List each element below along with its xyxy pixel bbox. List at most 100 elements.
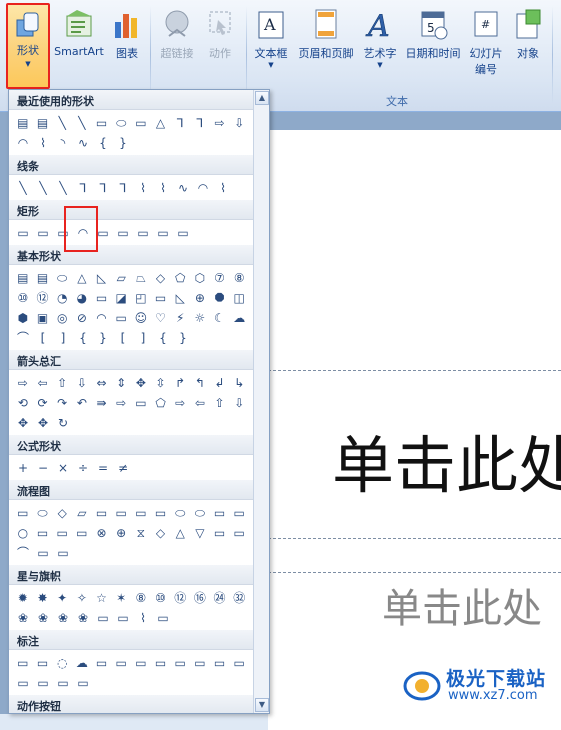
shape-item[interactable]: ✦ (52, 588, 72, 608)
shape-item[interactable]: ❀ (33, 608, 53, 628)
textbox-button[interactable]: A 文本框 ▼ (250, 8, 292, 69)
wordart-button[interactable]: A 艺术字 ▼ (360, 8, 400, 69)
hyperlink-button[interactable]: 超链接 (156, 8, 198, 61)
shape-item[interactable]: ☼ (190, 308, 210, 328)
shape-item[interactable]: ▭ (131, 503, 151, 523)
shape-item[interactable]: ▭ (13, 223, 33, 243)
shape-item[interactable]: ⊕ (190, 288, 210, 308)
shape-item[interactable]: ] (133, 328, 153, 348)
shape-item[interactable]: ╲ (72, 113, 92, 133)
shape-item[interactable]: × (53, 458, 73, 478)
shape-item[interactable]: ❀ (73, 608, 93, 628)
shape-item[interactable]: ❀ (53, 608, 73, 628)
shape-item[interactable]: ▭ (229, 653, 249, 673)
shape-item[interactable]: ÷ (73, 458, 93, 478)
shape-item[interactable]: ⇨ (210, 113, 230, 133)
shape-item[interactable]: ▭ (151, 503, 171, 523)
shape-item[interactable]: ▭ (13, 653, 33, 673)
shape-item[interactable]: ◔ (52, 288, 72, 308)
shape-item[interactable]: ◫ (229, 288, 249, 308)
shapes-button[interactable]: 形状 ▼ (6, 3, 50, 89)
shape-item[interactable]: ⌇ (33, 133, 53, 153)
shape-item[interactable]: ▭ (52, 523, 72, 543)
shape-item[interactable]: ◠ (193, 178, 213, 198)
title-placeholder[interactable]: 单击此处 (332, 415, 561, 505)
shape-item[interactable]: [ (33, 328, 53, 348)
shape-item[interactable]: ⅂ (93, 178, 113, 198)
shape-item[interactable]: ⌇ (133, 178, 153, 198)
shape-item[interactable]: ⅂ (170, 113, 190, 133)
shape-item[interactable]: ⑦ (210, 268, 230, 288)
shape-item[interactable]: ▭ (73, 673, 93, 693)
shape-item[interactable]: ▭ (210, 523, 230, 543)
shape-item[interactable]: ╲ (13, 178, 33, 198)
shape-item[interactable]: } (173, 328, 193, 348)
smartart-button[interactable]: SmartArt (53, 8, 105, 58)
scroll-up-icon[interactable]: ▲ (255, 91, 269, 105)
shape-item[interactable]: ◎ (52, 308, 72, 328)
shape-item[interactable]: = (93, 458, 113, 478)
shape-item[interactable]: ☁ (229, 308, 249, 328)
shape-item[interactable]: ⅂ (190, 113, 210, 133)
shape-item[interactable]: ▭ (92, 653, 112, 673)
shape-item[interactable]: ▭ (151, 288, 171, 308)
shape-item[interactable]: ◰ (131, 288, 151, 308)
shape-item[interactable]: ⬢ (13, 308, 33, 328)
shape-item[interactable]: ⇕ (111, 373, 131, 393)
shape-item[interactable]: ⟲ (13, 393, 33, 413)
shape-item[interactable]: ◌ (52, 653, 72, 673)
shape-item[interactable]: ▭ (229, 503, 249, 523)
scroll-down-icon[interactable]: ▼ (255, 698, 269, 712)
shape-item[interactable]: ▭ (210, 503, 230, 523)
shape-item[interactable]: ◇ (52, 503, 72, 523)
shape-item[interactable]: △ (151, 113, 171, 133)
shape-item[interactable]: ▭ (151, 653, 171, 673)
shape-item[interactable]: ◠ (92, 308, 112, 328)
shape-item[interactable]: ▭ (210, 653, 230, 673)
action-button[interactable]: 动作 (202, 8, 238, 61)
shape-item[interactable]: [ (113, 328, 133, 348)
shape-item[interactable]: ⇦ (190, 393, 210, 413)
shape-item[interactable]: ▭ (33, 673, 53, 693)
shape-item[interactable]: ▤ (13, 113, 33, 133)
shape-item[interactable]: ㉜ (229, 588, 249, 608)
shape-item[interactable]: ❀ (13, 608, 33, 628)
shape-item[interactable]: ✧ (72, 588, 92, 608)
shape-item[interactable]: ▣ (33, 308, 53, 328)
shape-item[interactable]: ⑫ (170, 588, 190, 608)
shape-item[interactable]: ✥ (131, 373, 151, 393)
shape-item[interactable]: ▭ (173, 223, 193, 243)
shape-item[interactable]: ⌒ (13, 328, 33, 348)
slide-number-button[interactable]: # 幻灯片 编号 (466, 8, 506, 77)
shape-item[interactable]: ] (53, 328, 73, 348)
shape-item[interactable]: ▭ (33, 523, 53, 543)
shape-item[interactable]: ▭ (53, 673, 73, 693)
shape-item[interactable]: ▭ (92, 503, 112, 523)
shape-item[interactable]: ◇ (151, 268, 171, 288)
shape-item[interactable]: ▭ (13, 673, 33, 693)
shape-item[interactable]: ☺ (131, 308, 151, 328)
shape-item[interactable]: ⑩ (151, 588, 171, 608)
shape-item[interactable]: ⬭ (170, 503, 190, 523)
shape-item[interactable]: ☁ (72, 653, 92, 673)
shape-item[interactable]: ▱ (72, 503, 92, 523)
shape-item[interactable]: ⬡ (190, 268, 210, 288)
shape-item[interactable]: ▭ (153, 608, 173, 628)
shape-item[interactable]: ▭ (113, 608, 133, 628)
shape-item[interactable]: ▤ (33, 268, 53, 288)
shape-item[interactable]: ▭ (111, 308, 131, 328)
shape-item[interactable]: ▱ (111, 268, 131, 288)
shape-item[interactable]: ✥ (33, 413, 53, 433)
shape-item[interactable]: ◇ (151, 523, 171, 543)
shape-item[interactable]: ⑫ (33, 288, 53, 308)
shape-item[interactable]: ▭ (13, 503, 33, 523)
shape-item[interactable]: ⬠ (170, 268, 190, 288)
shape-item[interactable]: ▤ (13, 268, 33, 288)
shape-item[interactable]: △ (72, 268, 92, 288)
shape-item[interactable]: ↳ (229, 373, 249, 393)
shape-item[interactable]: ▽ (190, 523, 210, 543)
shape-item[interactable]: ▭ (92, 288, 112, 308)
shape-item[interactable]: ◺ (92, 268, 112, 288)
shape-item[interactable]: ✥ (13, 413, 33, 433)
shape-item[interactable]: ▭ (113, 223, 133, 243)
